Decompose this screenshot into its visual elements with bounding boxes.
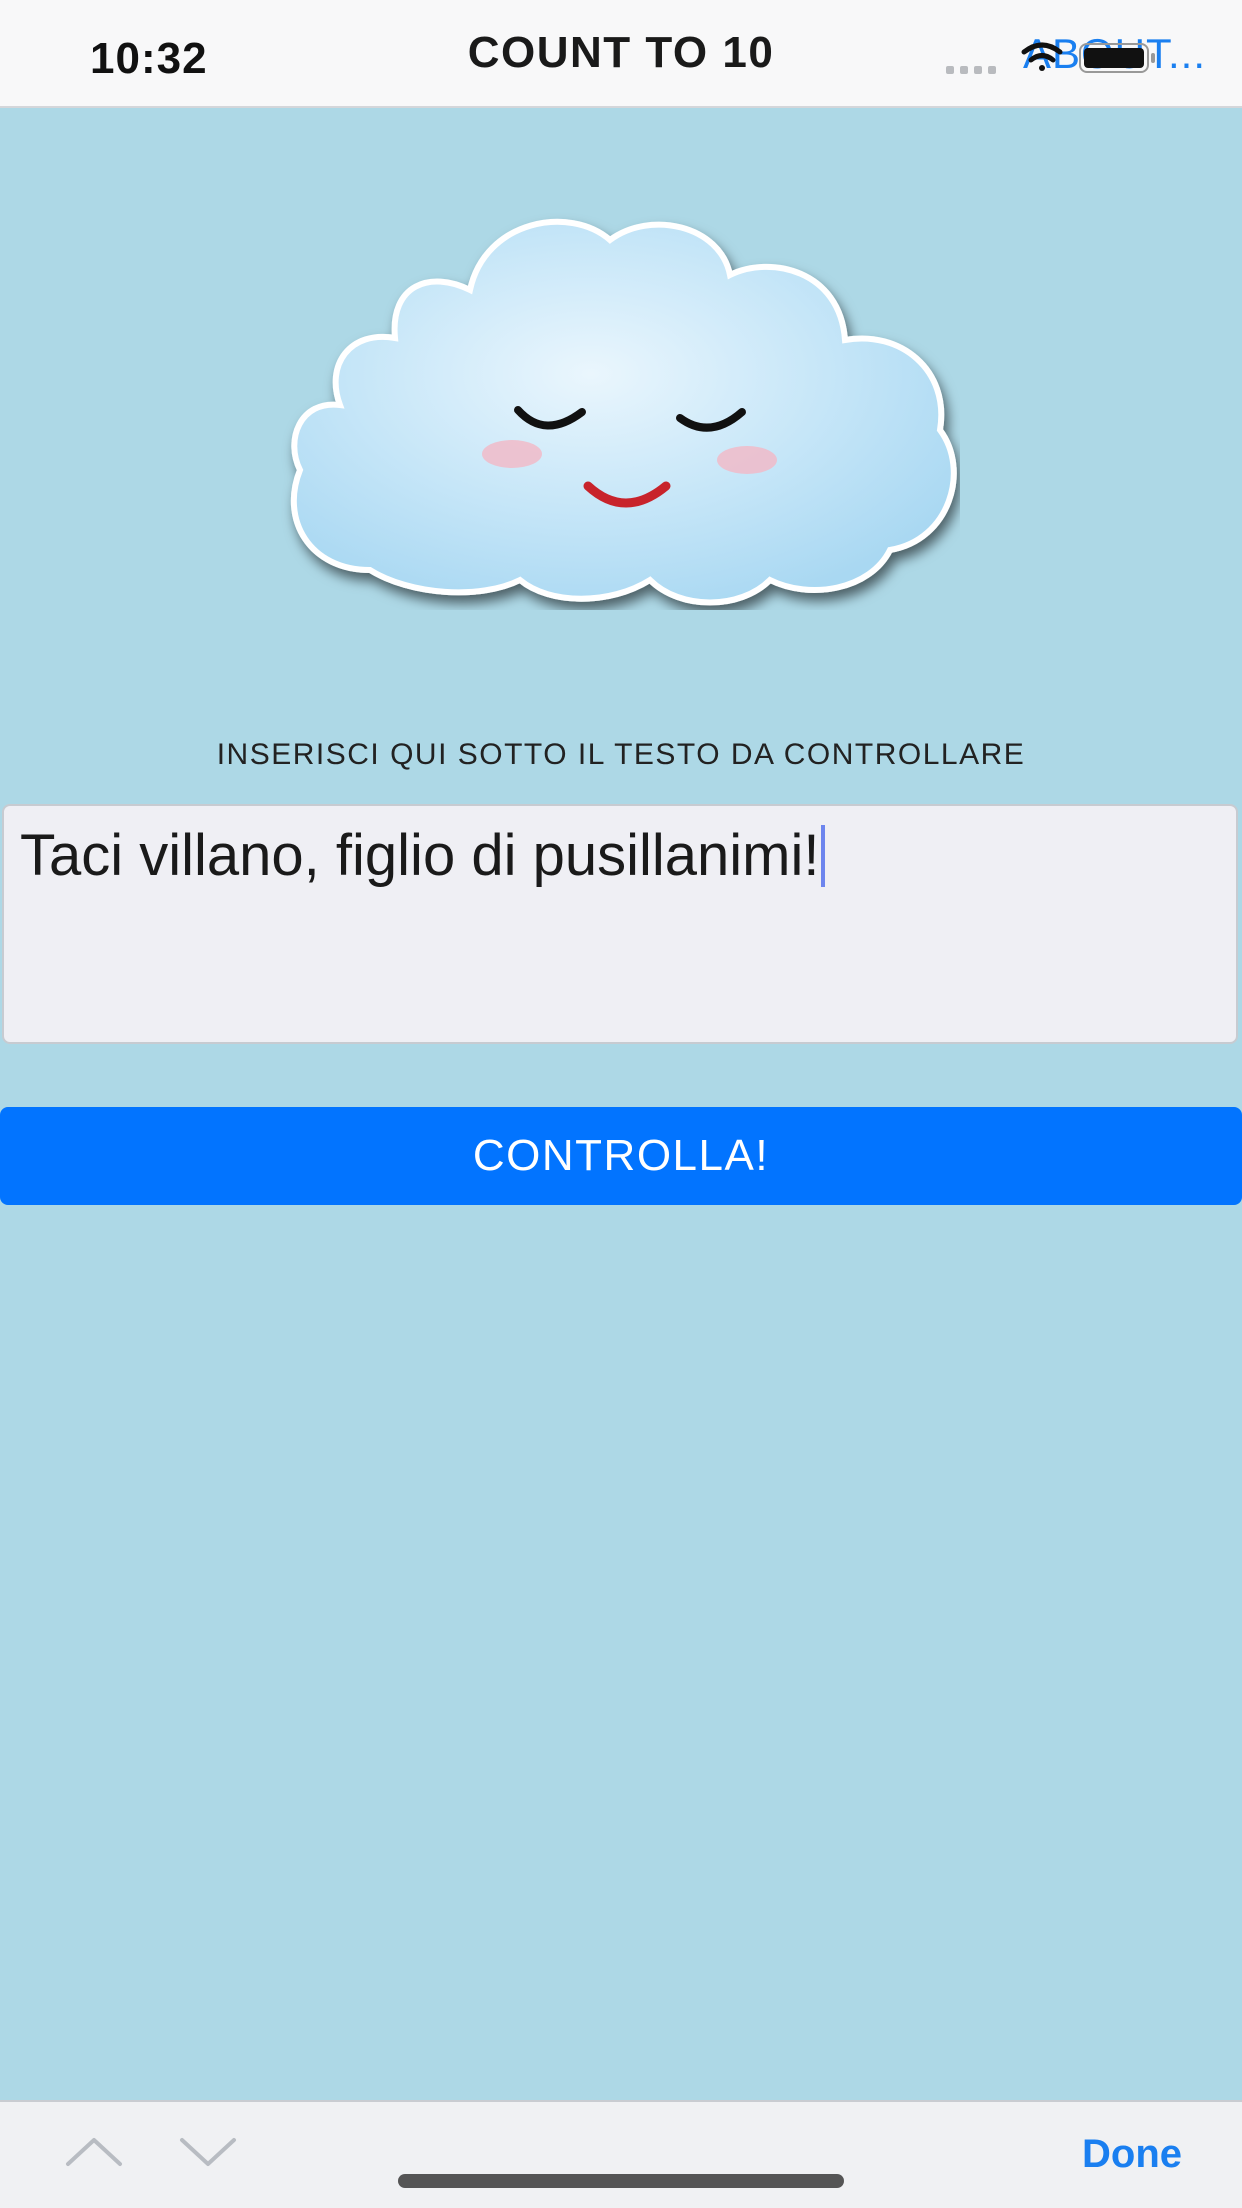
chevron-up-icon[interactable]: [64, 2132, 124, 2172]
wifi-icon: [1021, 42, 1063, 71]
cloud-illustration: [280, 200, 960, 610]
signal-icon: [946, 66, 996, 74]
status-icons: [946, 42, 1155, 74]
done-button[interactable]: Done: [1082, 2132, 1182, 2177]
text-caret: [821, 825, 826, 887]
home-indicator[interactable]: [398, 2174, 844, 2188]
text-input[interactable]: Taci villano, figlio di pusillanimi!: [2, 804, 1238, 1044]
app-screen: 10:32 COUNT TO 10 ABOUT...: [0, 0, 1242, 2208]
text-input-value: Taci villano, figlio di pusillanimi!: [20, 823, 820, 888]
input-prompt-label: INSERISCI QUI SOTTO IL TESTO DA CONTROLL…: [216, 738, 1026, 771]
navigation-bar: 10:32 COUNT TO 10 ABOUT...: [0, 0, 1242, 108]
battery-icon: [1079, 43, 1155, 73]
keyboard-accessory-bar: Done: [0, 2100, 1242, 2208]
cloud-image: [290, 218, 957, 606]
check-button[interactable]: CONTROLLA!: [0, 1107, 1242, 1205]
chevron-down-icon[interactable]: [178, 2132, 238, 2172]
